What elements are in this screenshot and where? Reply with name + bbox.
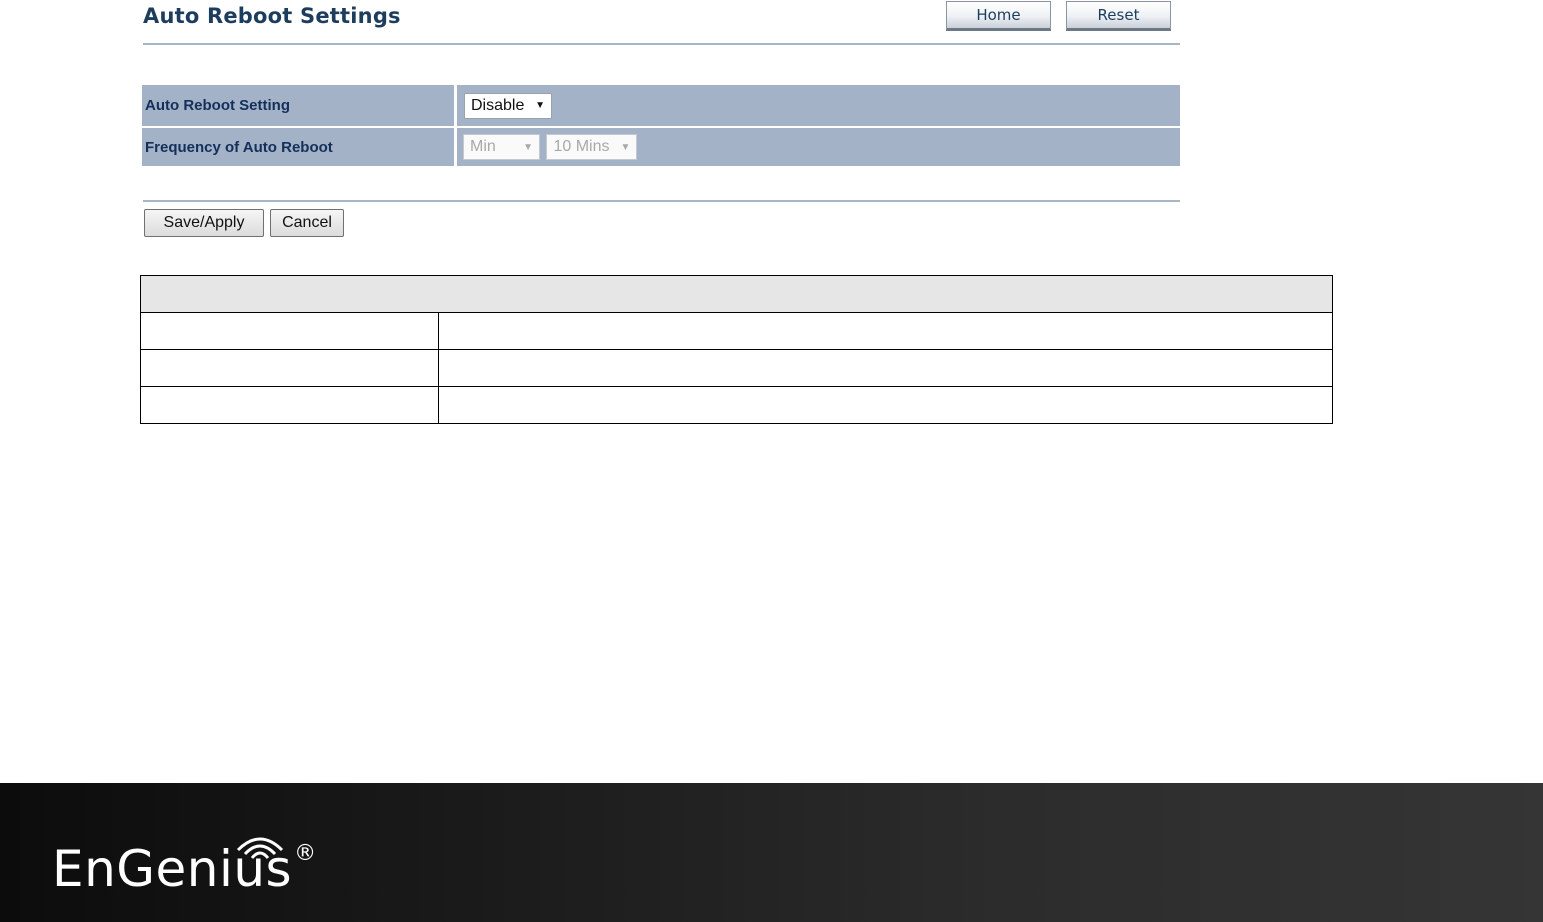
footer-banner: EnGenius® [0, 783, 1543, 922]
home-button[interactable]: Home [946, 1, 1051, 31]
description-table [140, 275, 1333, 424]
brand-name: EnGenius [52, 840, 293, 898]
frequency-interval-value: 10 Mins [553, 138, 610, 155]
chevron-down-icon: ▼ [535, 100, 545, 111]
engenius-logo: EnGenius® [52, 841, 317, 895]
frequency-interval-select[interactable]: 10 Mins ▼ [546, 134, 638, 160]
form-divider [143, 200, 1180, 202]
table-row [140, 349, 1333, 387]
cancel-button[interactable]: Cancel [270, 209, 344, 237]
description-table-header [140, 275, 1333, 313]
frequency-label: Frequency of Auto Reboot [142, 128, 457, 166]
auto-reboot-select[interactable]: Disable ▼ [464, 92, 552, 119]
chevron-down-icon: ▼ [620, 141, 631, 153]
auto-reboot-select-value: Disable [471, 96, 525, 114]
frequency-unit-value: Min [470, 138, 496, 155]
reset-button[interactable]: Reset [1066, 1, 1171, 31]
chevron-down-icon: ▼ [523, 141, 533, 153]
settings-row-auto-reboot: Auto Reboot Setting Disable ▼ [142, 85, 1180, 126]
settings-table: Auto Reboot Setting Disable ▼ Frequency … [142, 83, 1180, 168]
save-apply-button[interactable]: Save/Apply [144, 209, 264, 237]
settings-row-frequency: Frequency of Auto Reboot Min ▼ 10 Mins ▼ [142, 128, 1180, 166]
title-divider [143, 43, 1180, 45]
table-row [140, 386, 1333, 424]
frequency-unit-select[interactable]: Min ▼ [463, 134, 540, 160]
auto-reboot-setting-label: Auto Reboot Setting [142, 85, 457, 126]
page-title: Auto Reboot Settings [143, 4, 401, 28]
table-row [140, 312, 1333, 350]
registered-mark: ® [294, 841, 317, 866]
